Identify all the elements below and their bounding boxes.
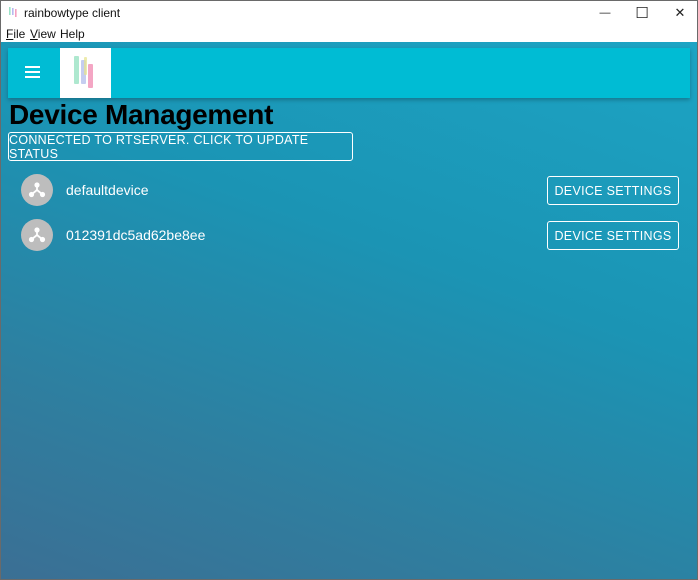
device-name: 012391dc5ad62be8ee xyxy=(66,227,206,243)
close-button[interactable]: ✕ xyxy=(661,1,698,25)
window-title: rainbowtype client xyxy=(24,6,121,20)
device-settings-button[interactable]: DEVICE SETTINGS xyxy=(547,176,679,205)
app-window: rainbowtype client — ☐ ✕ File View Help xyxy=(0,0,698,580)
device-settings-button[interactable]: DEVICE SETTINGS xyxy=(547,221,679,250)
menu-help-label: Help xyxy=(60,27,85,41)
menu-view-label: iew xyxy=(37,27,56,41)
menu-view[interactable]: View xyxy=(30,27,56,41)
app-bar xyxy=(8,48,690,98)
minimize-icon: — xyxy=(599,7,611,19)
device-list-item: defaultdevice DEVICE SETTINGS xyxy=(1,170,697,210)
menu-file-label: ile xyxy=(13,27,26,41)
maximize-button[interactable]: ☐ xyxy=(623,1,661,25)
main-content: Device Management CONNECTED TO RTSERVER.… xyxy=(1,42,697,579)
device-name: defaultdevice xyxy=(66,182,149,198)
menu-file[interactable]: File xyxy=(6,27,25,41)
page-title: Device Management xyxy=(9,99,274,130)
minimize-button[interactable]: — xyxy=(586,1,624,25)
menu-help[interactable]: Help xyxy=(60,27,85,41)
device-list-item: 012391dc5ad62be8ee DEVICE SETTINGS xyxy=(1,215,697,255)
rainbowtype-logo-icon xyxy=(60,48,111,98)
hamburger-menu-icon[interactable] xyxy=(24,63,42,83)
device-hub-icon xyxy=(21,219,53,251)
menu-view-mnemonic: V xyxy=(30,27,38,41)
maximize-icon: ☐ xyxy=(635,5,649,22)
title-bar[interactable]: rainbowtype client — ☐ ✕ xyxy=(1,1,697,25)
update-status-button[interactable]: CONNECTED TO RTSERVER. CLICK TO UPDATE S… xyxy=(8,132,353,161)
menu-bar: File View Help xyxy=(1,25,697,42)
app-icon xyxy=(9,7,17,17)
close-icon: ✕ xyxy=(674,5,686,20)
device-hub-icon xyxy=(21,174,53,206)
